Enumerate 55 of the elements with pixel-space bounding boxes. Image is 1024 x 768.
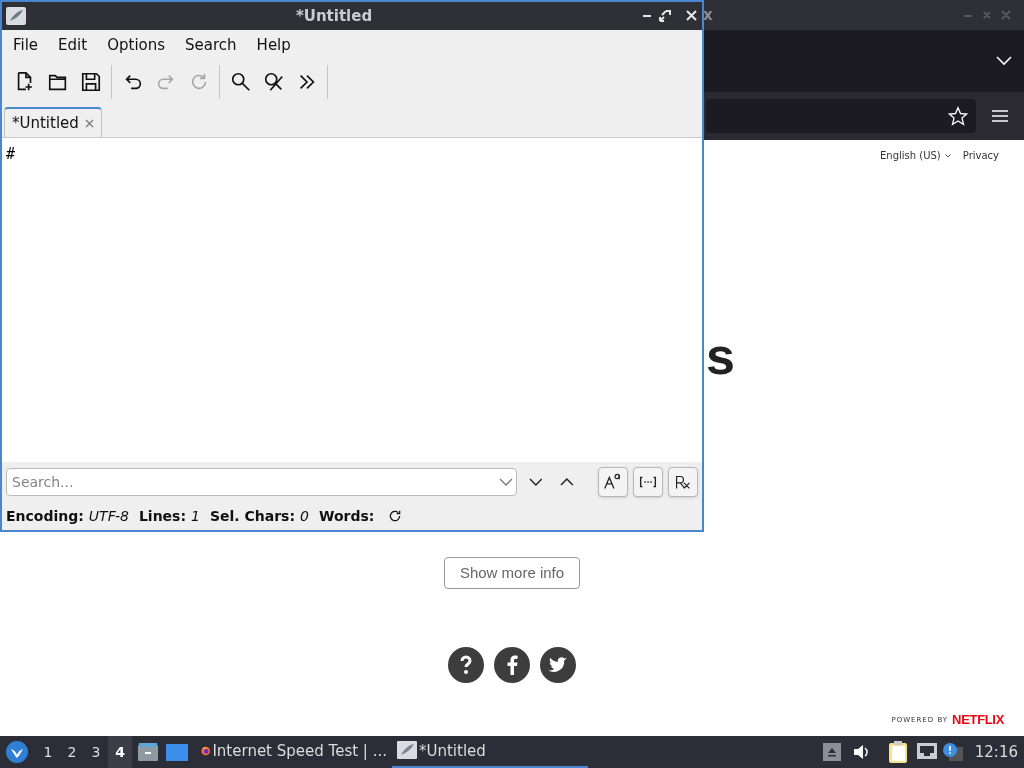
star-icon[interactable] xyxy=(948,106,968,126)
page-heading: s xyxy=(706,330,735,382)
show-more-info-button[interactable]: Show more info xyxy=(444,557,580,589)
facebook-icon[interactable] xyxy=(494,647,530,683)
status-value: UTF-8 xyxy=(88,506,129,526)
find-previous-icon[interactable] xyxy=(560,478,574,486)
refresh-icon[interactable] xyxy=(388,509,403,523)
taskbar-button[interactable]: Internet Speed Test | ... xyxy=(196,736,392,768)
status-label: Words: xyxy=(318,506,375,526)
notification-icon[interactable] xyxy=(942,743,963,761)
menu-item[interactable]: Edit xyxy=(49,32,97,58)
text-content: # xyxy=(6,145,16,163)
close-icon[interactable] xyxy=(84,118,94,128)
status-value: 0 xyxy=(300,506,309,526)
chevron-down-icon[interactable] xyxy=(944,153,951,158)
help-icon[interactable] xyxy=(448,647,484,683)
app-icon xyxy=(6,7,26,25)
search-field[interactable]: Search... xyxy=(6,468,517,496)
menu-item[interactable]: File xyxy=(4,32,48,58)
privacy-link[interactable]: Privacy xyxy=(962,148,999,163)
start-menu-icon[interactable] xyxy=(6,741,28,763)
window-title: x xyxy=(703,4,713,26)
window-icon[interactable] xyxy=(166,743,188,761)
menu-item[interactable]: Options xyxy=(98,32,175,58)
workspace-button[interactable]: 4 xyxy=(108,736,132,768)
volume-icon[interactable] xyxy=(852,744,869,760)
network-icon[interactable] xyxy=(916,743,937,761)
menu-item[interactable]: Help xyxy=(247,32,300,58)
status-label: Sel. Chars: xyxy=(209,506,296,526)
search-replace-icon xyxy=(262,71,285,93)
taskbar-button[interactable]: *Untitled xyxy=(392,736,588,768)
workspace-button[interactable]: 2 xyxy=(60,736,84,768)
clipboard-icon[interactable] xyxy=(888,741,909,763)
menu-item[interactable]: Search xyxy=(176,32,246,58)
editor-icon xyxy=(397,741,417,761)
file-cabinet-icon[interactable] xyxy=(138,743,158,761)
menu-icon[interactable] xyxy=(992,109,1008,123)
match-case-button[interactable] xyxy=(598,467,628,497)
status-value: 1 xyxy=(191,506,200,526)
status-label: Encoding: xyxy=(6,506,84,526)
save-icon xyxy=(79,71,102,93)
window-title: *Untitled xyxy=(294,5,374,27)
brand-logo: NETFLIX xyxy=(952,711,1004,729)
twitter-icon[interactable] xyxy=(540,647,576,683)
clock: 12:16 xyxy=(974,741,1018,763)
find-next-icon[interactable] xyxy=(528,478,543,486)
eject-icon[interactable] xyxy=(822,743,841,761)
regex-button[interactable] xyxy=(668,467,698,497)
workspace-button[interactable]: 3 xyxy=(84,736,108,768)
language-selector[interactable]: English (US) xyxy=(880,148,951,163)
status-label: Lines: xyxy=(138,506,187,526)
tab[interactable]: *Untitled xyxy=(4,107,102,137)
workspace-button[interactable]: 1 xyxy=(36,736,60,768)
whole-word-button[interactable] xyxy=(633,467,663,497)
search-icon xyxy=(229,71,252,93)
